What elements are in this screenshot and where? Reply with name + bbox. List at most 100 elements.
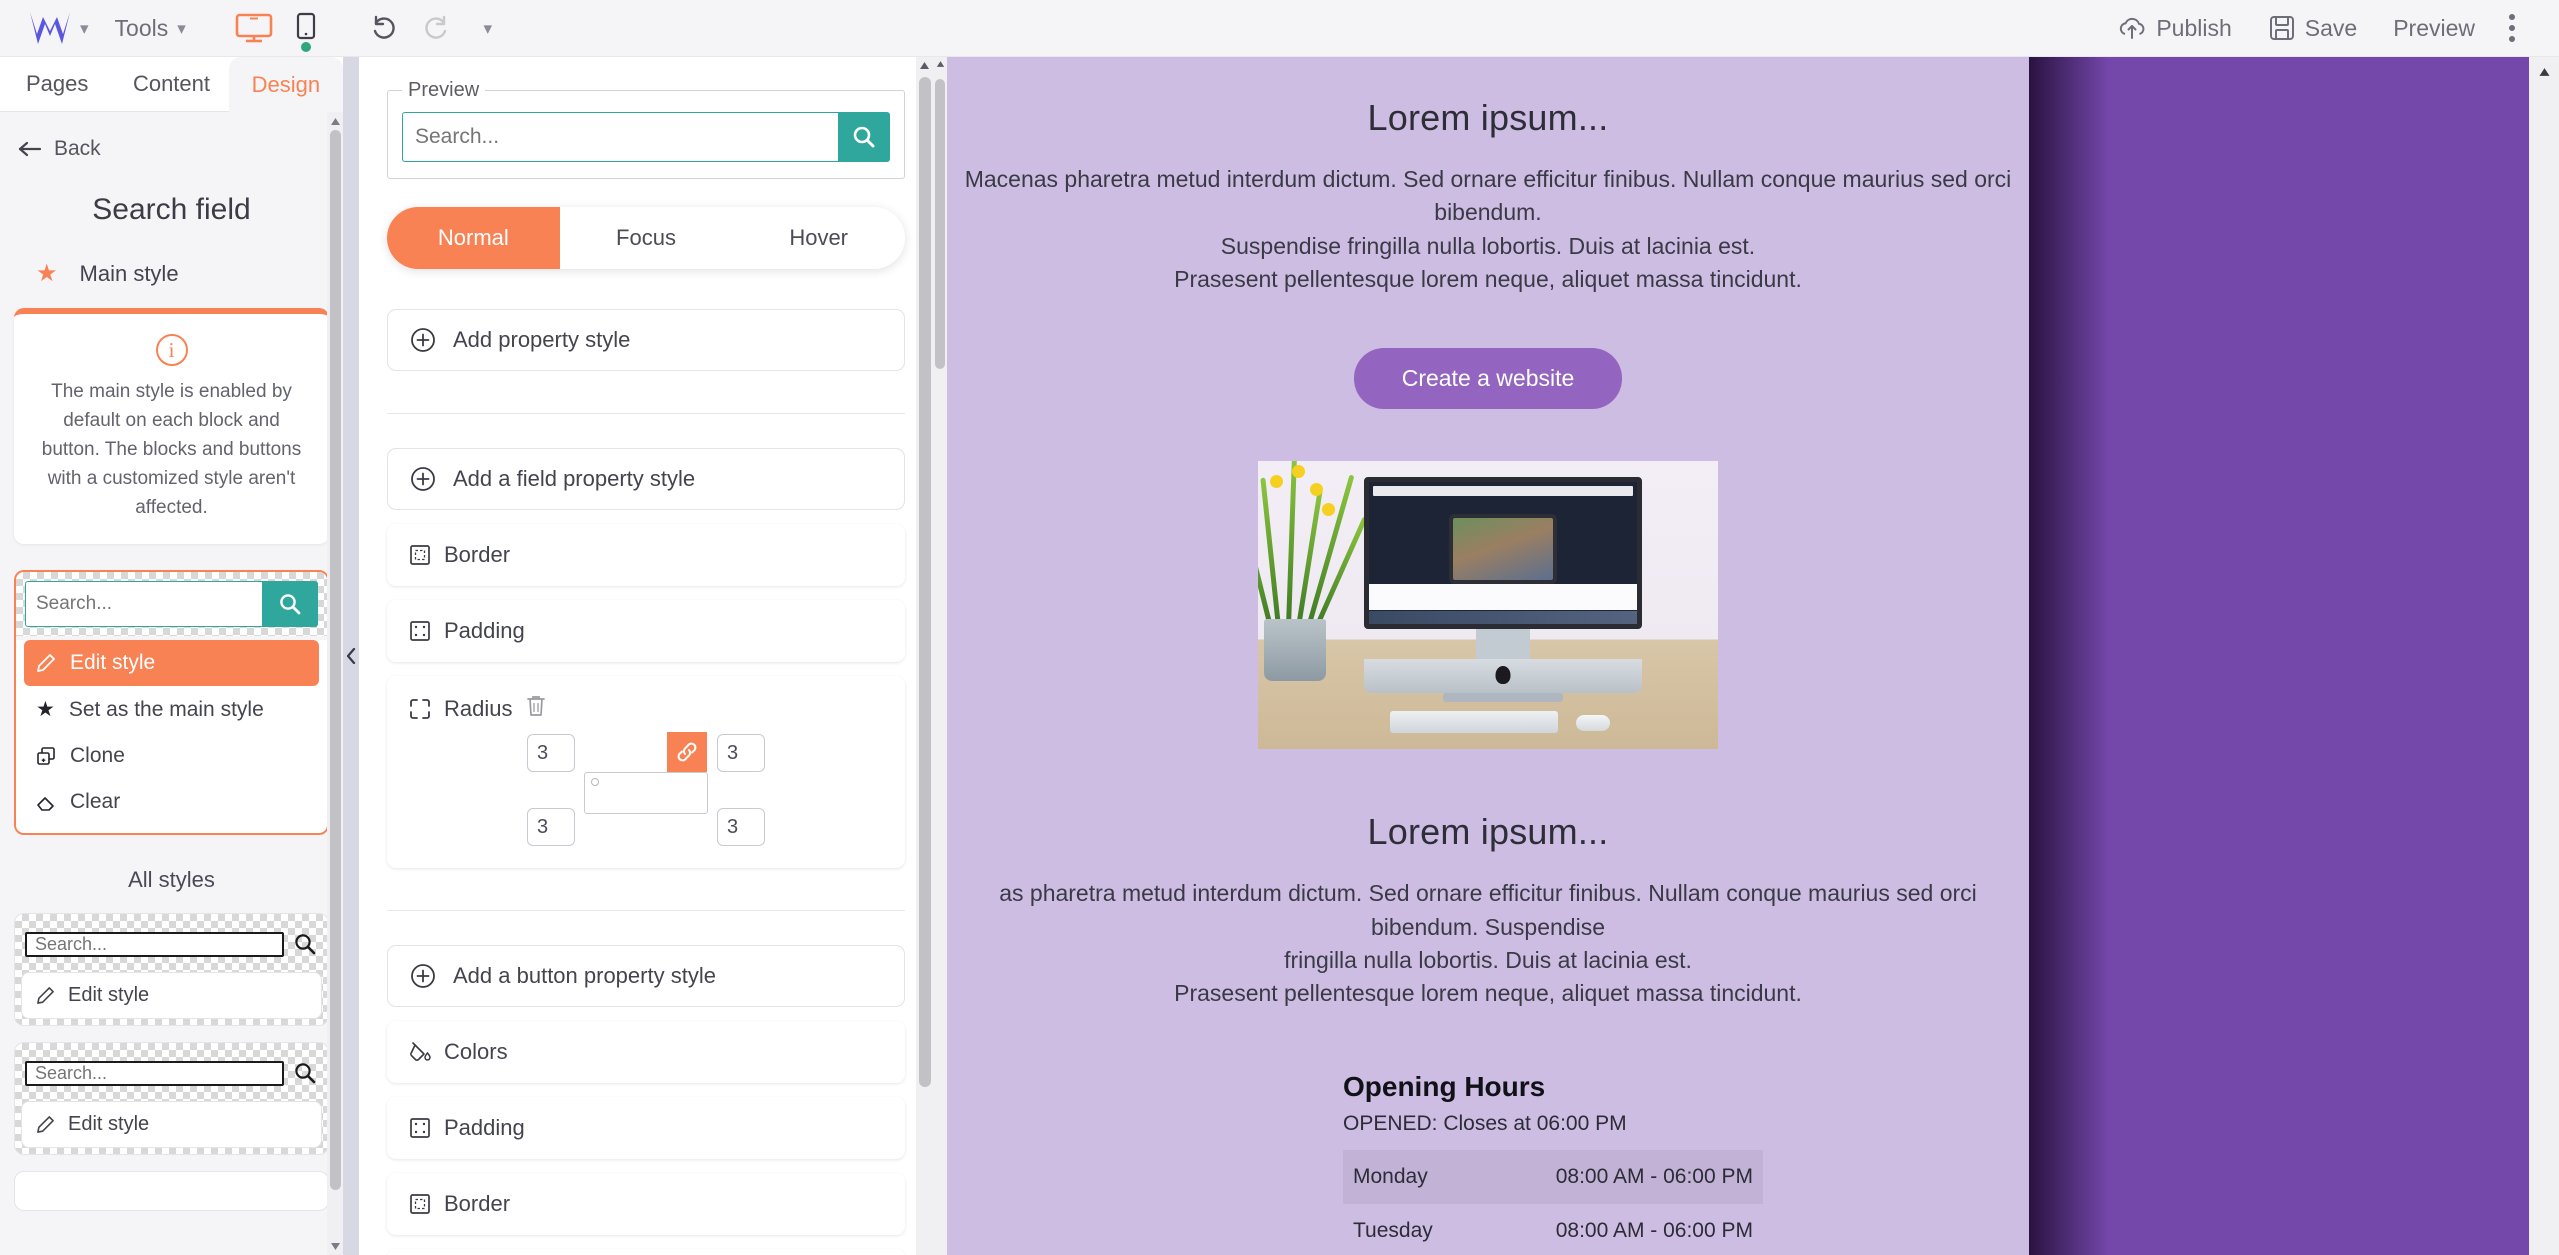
section2-paragraph[interactable]: as pharetra metud interdum dictum. Sed o… bbox=[947, 877, 2029, 1010]
add-button-property-style-label: Add a button property style bbox=[453, 963, 716, 988]
section-divider-2 bbox=[387, 910, 905, 911]
cloud-upload-icon bbox=[2120, 17, 2145, 39]
scrollbar-thumb[interactable] bbox=[330, 130, 341, 1190]
canvas-left-scrollbar[interactable] bbox=[933, 57, 947, 1255]
undo-button[interactable] bbox=[358, 6, 410, 50]
brand-logo[interactable]: ▾ bbox=[18, 10, 99, 46]
menu-item-edit-style[interactable]: Edit style bbox=[24, 640, 319, 687]
back-button[interactable]: Back bbox=[14, 112, 329, 171]
field-border-row[interactable]: Border bbox=[387, 524, 905, 586]
mobile-view-button[interactable] bbox=[280, 6, 332, 52]
imac-desk-photo[interactable] bbox=[1258, 461, 1718, 750]
style-card-3[interactable] bbox=[14, 1171, 329, 1212]
tab-normal[interactable]: Normal bbox=[387, 207, 560, 269]
tab-focus[interactable]: Focus bbox=[560, 207, 733, 269]
trash-icon[interactable] bbox=[525, 694, 547, 724]
site-preview[interactable]: Lorem ipsum... Macenas pharetra metud in… bbox=[947, 57, 2029, 1255]
tools-label: Tools bbox=[114, 14, 169, 41]
radius-preview-box bbox=[584, 772, 708, 814]
purple-section[interactable] bbox=[2029, 57, 2529, 1255]
tab-pages[interactable]: Pages bbox=[0, 57, 115, 112]
radius-top-left-input[interactable] bbox=[527, 734, 575, 772]
redo-button[interactable] bbox=[410, 6, 462, 50]
sidebar-tabs: Pages Content Design bbox=[0, 57, 343, 112]
section-divider bbox=[387, 413, 905, 414]
scrollbar-thumb[interactable] bbox=[935, 79, 945, 369]
history-dropdown-button[interactable]: ▾ bbox=[462, 6, 514, 50]
w-logo bbox=[28, 10, 72, 46]
section1-line2: Suspendise fringilla nulla lobortis. Dui… bbox=[1220, 232, 1756, 259]
panel-collapse-handle[interactable] bbox=[343, 57, 359, 1255]
info-text: The main style is enabled by default on … bbox=[41, 381, 302, 518]
menu-item-clone[interactable]: Clone bbox=[24, 733, 319, 779]
arrow-left-icon bbox=[18, 141, 42, 157]
section1-paragraph[interactable]: Macenas pharetra metud interdum dictum. … bbox=[947, 163, 2029, 296]
chevron-left-icon bbox=[346, 648, 356, 664]
search-input[interactable] bbox=[402, 112, 838, 162]
menu-item-clear[interactable]: Clear bbox=[24, 779, 319, 825]
menu-item-label: Clear bbox=[70, 790, 121, 814]
edit-style-button[interactable]: Edit style bbox=[21, 1101, 322, 1149]
style-card-1[interactable]: Edit style bbox=[14, 913, 329, 1027]
tab-hover[interactable]: Hover bbox=[732, 207, 905, 269]
scroll-up-arrow[interactable] bbox=[2529, 67, 2559, 77]
field-padding-row[interactable]: Padding bbox=[387, 600, 905, 662]
save-button[interactable]: Save bbox=[2252, 8, 2373, 48]
button-padding-row[interactable]: Padding bbox=[387, 1097, 905, 1159]
tools-menu[interactable]: Tools ▾ bbox=[99, 8, 202, 48]
search-field-preview bbox=[25, 1053, 318, 1093]
add-button-property-style-button[interactable]: Add a button property style bbox=[387, 945, 905, 1007]
search-button[interactable] bbox=[262, 581, 318, 628]
day-label: Monday bbox=[1353, 1164, 1428, 1188]
edit-style-button[interactable]: Edit style bbox=[21, 972, 322, 1020]
search-input[interactable] bbox=[25, 581, 262, 628]
desktop-monitor-icon bbox=[235, 13, 273, 43]
section2-line2: fringilla nulla lobortis. Duis at lacini… bbox=[1284, 947, 1692, 974]
main-style-row[interactable]: ★ Main style bbox=[14, 253, 329, 308]
button-padding-label: Padding bbox=[444, 1115, 525, 1140]
add-property-style-button[interactable]: Add property style bbox=[387, 309, 905, 371]
keyboard bbox=[1390, 711, 1558, 734]
scrollbar-thumb[interactable] bbox=[919, 77, 931, 1087]
radius-link-toggle[interactable] bbox=[667, 732, 707, 772]
button-border-row[interactable]: Border bbox=[387, 1173, 905, 1235]
plus-circle-icon bbox=[411, 467, 435, 491]
tab-design[interactable]: Design bbox=[228, 57, 343, 112]
radius-bottom-right-input[interactable] bbox=[717, 808, 765, 846]
sidebar-scrollbar[interactable] bbox=[327, 112, 343, 1255]
tab-content[interactable]: Content bbox=[114, 57, 229, 112]
radius-bottom-left-input[interactable] bbox=[527, 808, 575, 846]
create-website-button[interactable]: Create a website bbox=[1353, 348, 1623, 410]
canvas-scrollbar[interactable] bbox=[2529, 57, 2559, 1255]
site-canvas: Lorem ipsum... Macenas pharetra metud in… bbox=[933, 57, 2559, 1255]
kebab-menu-icon[interactable] bbox=[2495, 14, 2535, 42]
search-input[interactable] bbox=[25, 931, 284, 957]
toolbar-actions: Publish Save Preview bbox=[2101, 8, 2541, 48]
chevron-down-icon[interactable]: ▾ bbox=[80, 20, 89, 37]
radius-handle[interactable] bbox=[591, 778, 599, 786]
section2-line3: Prasesent pellentesque lorem neque, aliq… bbox=[1174, 980, 1802, 1007]
search-input[interactable] bbox=[25, 1060, 284, 1086]
editor-scrollbar[interactable] bbox=[916, 57, 933, 1255]
add-field-property-style-button[interactable]: Add a field property style bbox=[387, 448, 905, 510]
table-row: Tuesday 08:00 AM - 06:00 PM bbox=[1343, 1204, 1763, 1255]
section2-heading[interactable]: Lorem ipsum... bbox=[947, 811, 2029, 853]
scroll-down-arrow[interactable] bbox=[327, 1237, 343, 1255]
style-card-2[interactable]: Edit style bbox=[14, 1042, 329, 1156]
preview-button[interactable]: Preview bbox=[2377, 8, 2491, 48]
menu-item-label: Edit style bbox=[70, 651, 156, 675]
scroll-up-arrow[interactable] bbox=[933, 57, 947, 68]
pencil-icon bbox=[37, 1116, 54, 1134]
publish-button[interactable]: Publish bbox=[2101, 8, 2247, 48]
radius-top-right-input[interactable] bbox=[717, 734, 765, 772]
scroll-up-arrow[interactable] bbox=[916, 57, 933, 70]
button-colors-row[interactable]: Colors bbox=[387, 1021, 905, 1083]
section1-heading[interactable]: Lorem ipsum... bbox=[947, 97, 2029, 139]
button-radius-row[interactable]: Radius bbox=[387, 1249, 905, 1255]
scroll-up-arrow[interactable] bbox=[327, 112, 343, 130]
app-body: Pages Content Design Back Search field ★… bbox=[0, 57, 2559, 1255]
desktop-view-button[interactable] bbox=[228, 6, 280, 50]
search-button[interactable] bbox=[838, 112, 890, 162]
menu-item-set-main-style[interactable]: ★ Set as the main style bbox=[24, 686, 319, 733]
opening-hours-block[interactable]: Opening Hours OPENED: Closes at 06:00 PM… bbox=[1343, 1071, 1763, 1255]
